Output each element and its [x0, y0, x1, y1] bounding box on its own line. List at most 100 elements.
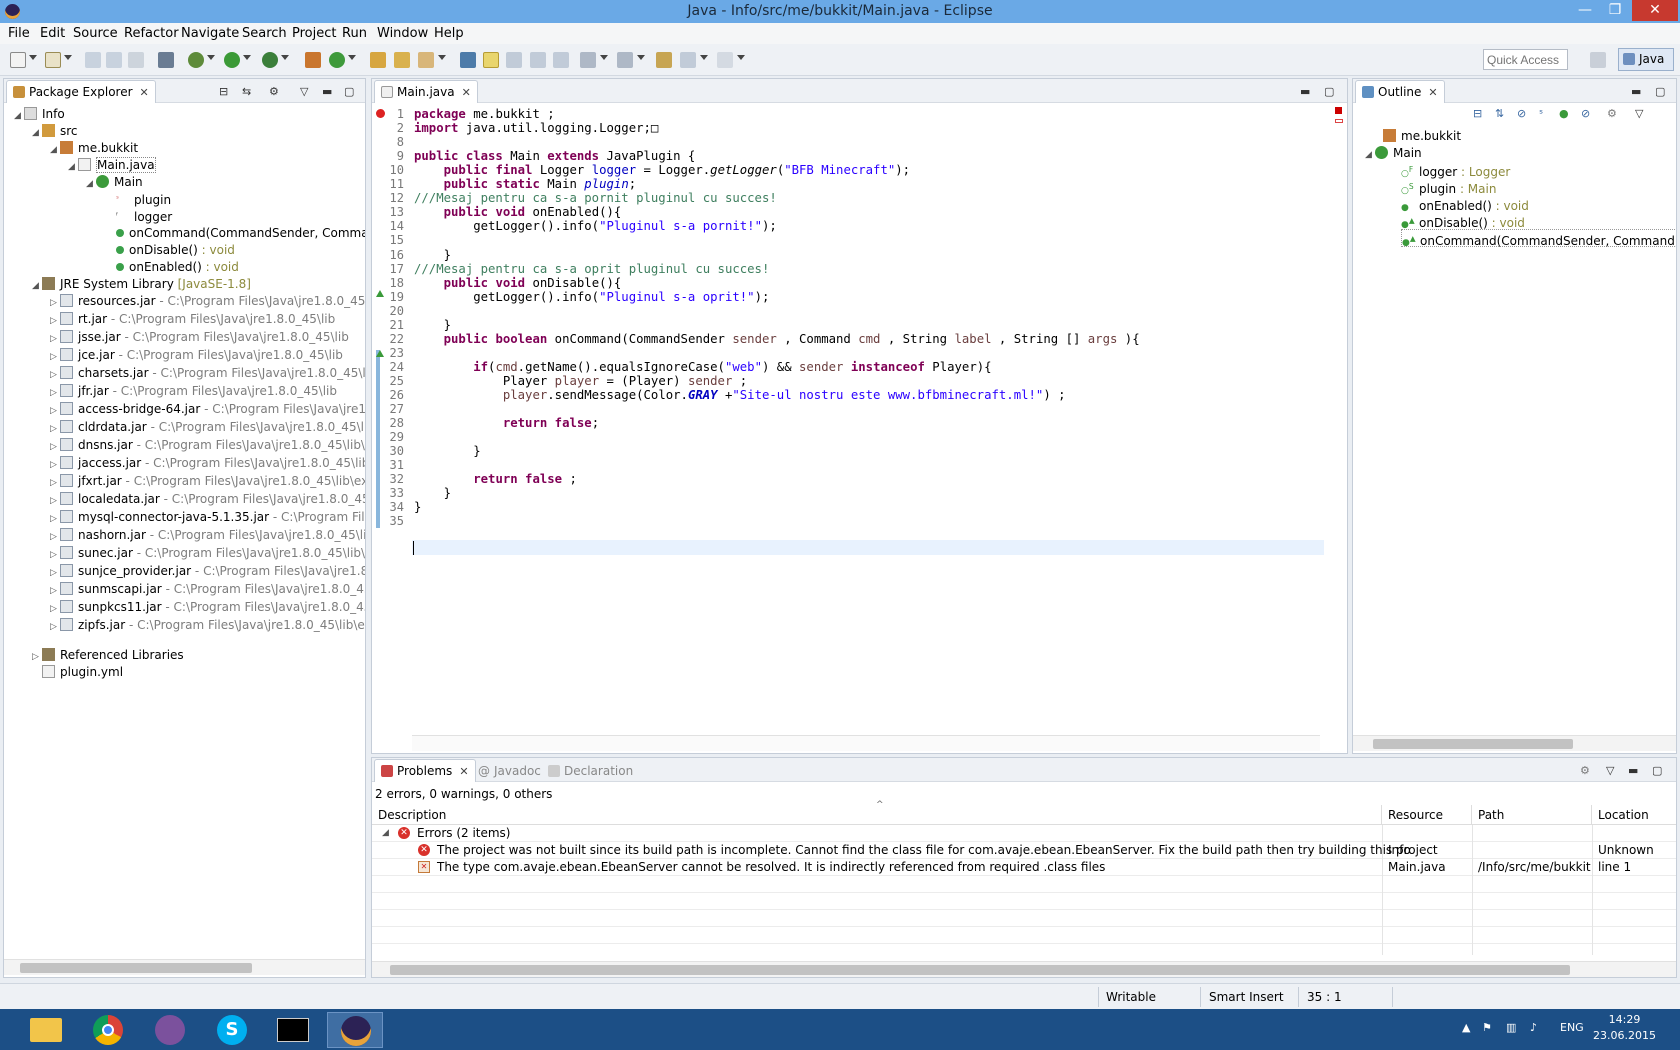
- close-button[interactable]: ✕: [1632, 0, 1678, 21]
- tree-item-main-java[interactable]: ◢ Main.java: [68, 156, 156, 174]
- view-menu-icon[interactable]: ▽: [1606, 764, 1618, 777]
- block-selection-icon[interactable]: [553, 52, 569, 68]
- code-line[interactable]: getLogger().info("Pluginul s-a oprit!");: [414, 290, 769, 305]
- tree-item-jre[interactable]: ◢ JRE System Library [JavaSE-1.8]: [32, 275, 251, 293]
- open-perspective-icon[interactable]: [1590, 52, 1606, 68]
- action-center-icon[interactable]: ⚑: [1482, 1021, 1492, 1034]
- view-menu-icon[interactable]: ▽: [300, 85, 312, 98]
- minimize-view-icon[interactable]: ▬: [322, 85, 334, 98]
- table-row-group[interactable]: ◢ ✕ Errors (2 items): [372, 825, 1676, 842]
- menu-help[interactable]: Help: [434, 26, 464, 41]
- command-prompt-taskbar-button[interactable]: [265, 1012, 321, 1048]
- external-tools-icon[interactable]: [262, 52, 278, 68]
- sort-icon[interactable]: ⇅: [1495, 107, 1504, 120]
- chevron-down-icon[interactable]: [637, 55, 645, 60]
- clock[interactable]: 14:29 23.06.2015: [1593, 1012, 1656, 1044]
- tree-item-class-main[interactable]: ◢ Main: [86, 173, 143, 191]
- tree-item-jar[interactable]: ▷ dnsns.jar - C:\Program Files\Java\jre1.…: [50, 436, 365, 454]
- tree-item-package[interactable]: ◢ me.bukkit: [50, 139, 138, 157]
- search-icon[interactable]: [418, 52, 434, 68]
- editor-horizontal-scrollbar[interactable]: [412, 735, 1320, 751]
- open-type-icon[interactable]: [370, 52, 386, 68]
- scrollbar-thumb[interactable]: [390, 965, 1570, 975]
- viber-taskbar-button[interactable]: [141, 1012, 197, 1048]
- code-line[interactable]: public static Main plugin;: [414, 177, 637, 192]
- menu-project[interactable]: Project: [292, 26, 336, 41]
- chevron-down-icon[interactable]: [737, 55, 745, 60]
- outline-item-member[interactable]: ○S plugin : Main: [1401, 178, 1496, 196]
- new-package-icon[interactable]: [45, 52, 61, 68]
- tree-item-jar[interactable]: ▷ access-bridge-64.jar - C:\Program Files…: [50, 400, 365, 418]
- skype-taskbar-button[interactable]: S: [203, 1012, 259, 1048]
- minimize-button[interactable]: —: [1570, 0, 1600, 21]
- tray-chevron-icon[interactable]: ▲: [1462, 1021, 1470, 1034]
- code-line[interactable]: }: [414, 486, 451, 501]
- menu-navigate[interactable]: Navigate: [181, 26, 239, 41]
- quick-access-input[interactable]: [1483, 49, 1568, 70]
- tree-item-jar[interactable]: ▷ jaccess.jar - C:\Program Files\Java\jre…: [50, 454, 365, 472]
- new-class-icon[interactable]: [329, 52, 345, 68]
- tab-declaration[interactable]: Declaration: [548, 764, 633, 778]
- network-icon[interactable]: ▥: [1506, 1021, 1516, 1034]
- code-line[interactable]: public final Logger logger = Logger.getL…: [414, 163, 910, 178]
- debug-icon[interactable]: [188, 52, 204, 68]
- new-java-project-icon[interactable]: [305, 52, 321, 68]
- code-line[interactable]: getLogger().info("Pluginul s-a pornit!")…: [414, 219, 777, 234]
- outline-horizontal-scrollbar[interactable]: [1353, 735, 1676, 751]
- table-row[interactable]: ✕ The type com.avaje.ebean.EbeanServer c…: [372, 859, 1676, 876]
- tab-javadoc[interactable]: @ Javadoc: [478, 764, 541, 778]
- tab-problems[interactable]: Problems ✕: [374, 759, 476, 782]
- code-line[interactable]: if(cmd.getName().equalsIgnoreCase("web")…: [414, 360, 991, 375]
- column-path[interactable]: Path: [1472, 805, 1592, 825]
- code-line[interactable]: public class Main extends JavaPlugin {: [414, 149, 695, 164]
- code-line[interactable]: import java.util.logging.Logger;□: [414, 121, 658, 136]
- chevron-down-icon[interactable]: [64, 55, 72, 60]
- problems-horizontal-scrollbar[interactable]: [372, 961, 1676, 977]
- chevron-down-icon[interactable]: [348, 55, 356, 60]
- open-task-icon[interactable]: [394, 52, 410, 68]
- tree-item-src[interactable]: ◢ src: [32, 122, 78, 140]
- outline-item-member[interactable]: ○F logger : Logger: [1401, 161, 1510, 179]
- code-line[interactable]: public void onDisable(){: [414, 276, 622, 291]
- menu-edit[interactable]: Edit: [40, 26, 65, 41]
- horizontal-scrollbar[interactable]: [4, 959, 365, 975]
- new-icon[interactable]: [10, 52, 26, 68]
- previous-annotation-icon[interactable]: [617, 52, 633, 68]
- maximize-view-icon[interactable]: ▢: [344, 85, 356, 98]
- tree-item-jar[interactable]: ▷ mysql-connector-java-5.1.35.jar - C:\Pr…: [50, 508, 365, 526]
- code-line[interactable]: public void onEnabled(){: [414, 205, 622, 220]
- annotation-icon[interactable]: [460, 52, 476, 68]
- menu-run[interactable]: Run: [342, 26, 367, 41]
- back-icon[interactable]: [680, 52, 696, 68]
- chevron-down-icon[interactable]: [29, 55, 37, 60]
- forward-icon[interactable]: [717, 52, 733, 68]
- skip-breakpoints-icon[interactable]: [158, 52, 174, 68]
- tree-item-jar[interactable]: ▷ jce.jar - C:\Program Files\Java\jre1.8.…: [50, 346, 343, 364]
- code-line[interactable]: return false;: [414, 416, 599, 431]
- tree-item-member[interactable]: onCommand(CommandSender, Commar: [116, 224, 365, 242]
- outline-item-member[interactable]: ●▲ onDisable() : void: [1401, 212, 1525, 230]
- print-icon[interactable]: [128, 52, 144, 68]
- tree-item-jar[interactable]: ▷ resources.jar - C:\Program Files\Java\j…: [50, 292, 365, 310]
- menu-window[interactable]: Window: [377, 26, 428, 41]
- close-icon[interactable]: ✕: [140, 86, 149, 99]
- tree-item-project[interactable]: ◢ Info: [14, 105, 65, 123]
- hide-fields-icon[interactable]: ⊘: [1517, 107, 1526, 120]
- code-line[interactable]: public boolean onCommand(CommandSender s…: [414, 332, 1140, 347]
- word-wrap-icon[interactable]: [506, 52, 522, 68]
- save-all-icon[interactable]: [106, 52, 122, 68]
- column-resource[interactable]: Resource: [1382, 805, 1472, 825]
- save-icon[interactable]: [85, 52, 101, 68]
- mark-occurrences-icon[interactable]: [483, 52, 499, 68]
- tree-item-jar[interactable]: ▷ rt.jar - C:\Program Files\Java\jre1.8.0…: [50, 310, 335, 328]
- last-edit-icon[interactable]: [656, 52, 672, 68]
- menu-file[interactable]: File: [8, 26, 30, 41]
- code-line[interactable]: ///Mesaj pentru ca s-a oprit pluginul cu…: [414, 262, 769, 277]
- table-row[interactable]: ✕ The project was not built since its bu…: [372, 842, 1676, 859]
- tree-item-jar[interactable]: ▷ jfr.jar - C:\Program Files\Java\jre1.8.…: [50, 382, 337, 400]
- scrollbar-thumb[interactable]: [1373, 739, 1573, 749]
- outline-item-class[interactable]: ◢ Main: [1365, 144, 1422, 162]
- tree-item-jar[interactable]: ▷ sunjce_provider.jar - C:\Program Files\…: [50, 562, 365, 580]
- hide-static-icon[interactable]: ˢ: [1539, 107, 1543, 120]
- minimize-view-icon[interactable]: ▬: [1631, 85, 1643, 98]
